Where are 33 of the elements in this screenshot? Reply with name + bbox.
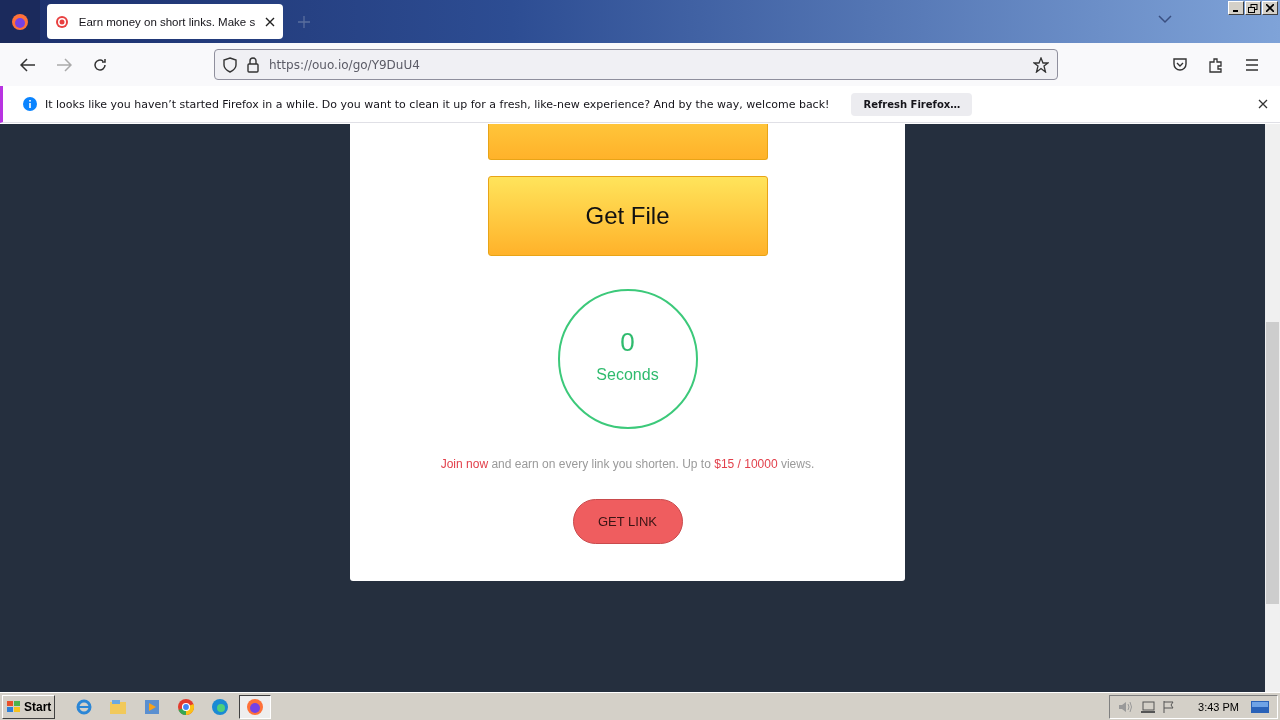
action-button[interactable]: Get File: [487, 176, 768, 256]
restore-button[interactable]: [1245, 1, 1261, 15]
lock-icon[interactable]: [247, 56, 259, 73]
info-icon: [23, 97, 37, 111]
close-icon[interactable]: [265, 16, 275, 27]
url-text: https://ouo.io/go/Y9DuU4: [269, 57, 421, 72]
countdown-unit: Seconds: [596, 365, 659, 384]
start-button[interactable]: Start: [2, 694, 56, 719]
countdown-value: 0: [620, 326, 635, 358]
chevron-down-icon[interactable]: [1158, 14, 1172, 24]
promo-text: Join now and earn on every link you shorten. Up to $15 / 10000 views.: [440, 457, 815, 471]
notification-message: It looks like you haven’t started Firefox in a while. Do you want to clean it up for a fresh, like-new experience? And by the way, welcome back!: [45, 97, 830, 111]
join-link[interactable]: Join now: [440, 457, 489, 471]
flag-icon[interactable]: [1162, 699, 1177, 714]
minimize-button[interactable]: [1228, 1, 1244, 15]
windows-logo-icon: [6, 699, 22, 714]
refresh-firefox-button[interactable]: Refresh Firefox…: [851, 92, 973, 116]
network-icon[interactable]: [1140, 699, 1157, 714]
scrollbar[interactable]: [1265, 124, 1280, 692]
show-desktop-icon[interactable]: [1251, 699, 1269, 714]
close-icon[interactable]: [1258, 99, 1268, 109]
close-button[interactable]: [1262, 1, 1278, 15]
site-icon: [55, 14, 69, 29]
restore-icon: [1248, 3, 1258, 13]
close-icon: [1266, 4, 1274, 12]
shield-icon[interactable]: [223, 56, 237, 73]
clock: 3:43 PM: [1198, 700, 1239, 713]
get-link-button[interactable]: GET LINK: [572, 499, 683, 544]
firefox-icon[interactable]: [11, 12, 29, 31]
star-icon[interactable]: [1033, 56, 1049, 73]
browser-tab[interactable]: Earn money on short links. Make s: [47, 4, 283, 39]
address-bar[interactable]: https://ouo.io/go/Y9DuU4: [214, 49, 1058, 80]
firefox-taskbar-icon[interactable]: [239, 694, 272, 719]
